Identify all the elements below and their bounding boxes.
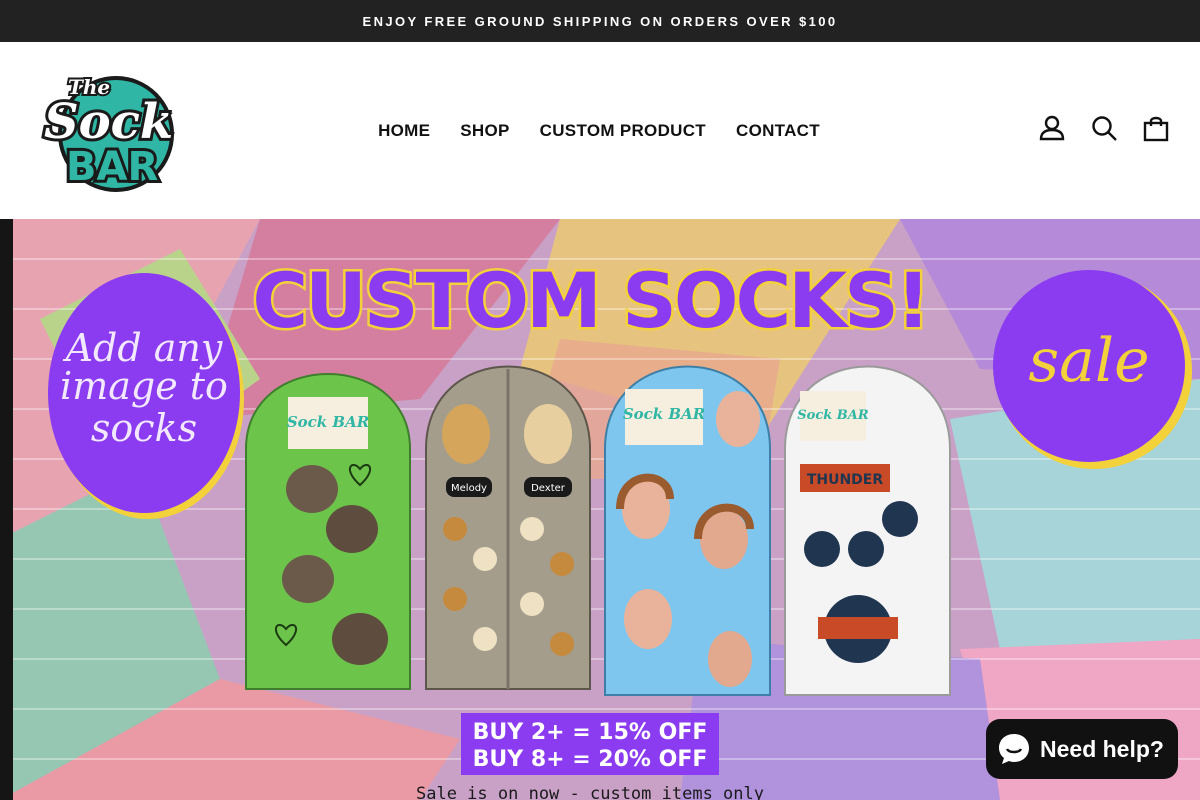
header-icons: [1038, 114, 1170, 142]
svg-text:Sock BAR: Sock BAR: [287, 413, 369, 431]
svg-text:Sock BAR: Sock BAR: [623, 405, 705, 423]
hero-headline: CUSTOM SOCKS!: [252, 256, 927, 345]
svg-text:socks: socks: [91, 406, 197, 450]
chat-help-label: Need help?: [1040, 735, 1164, 762]
sock-cats: Sock BAR: [245, 373, 411, 690]
announcement-text: ENJOY FREE GROUND SHIPPING ON ORDERS OVE…: [362, 13, 838, 29]
svg-text:Sock BAR: Sock BAR: [797, 408, 869, 423]
nav-home[interactable]: HOME: [363, 121, 445, 141]
nav-shop[interactable]: SHOP: [445, 121, 524, 141]
hero-footnote: Sale is on now - custom items only: [416, 784, 764, 800]
nav-custom-product[interactable]: CUSTOM PRODUCT: [525, 121, 721, 141]
svg-text:THUNDER: THUNDER: [807, 472, 884, 488]
svg-text:Dexter: Dexter: [531, 483, 566, 494]
svg-text:BUY 8+ = 20% OFF: BUY 8+ = 20% OFF: [473, 747, 708, 772]
account-icon[interactable]: [1038, 114, 1066, 142]
sock-team: Sock BAR THUNDER: [784, 365, 951, 696]
site-header: The Sock BAR HOME SHOP CUSTOM PRODUCT CO…: [0, 42, 1200, 219]
logo-bar: BAR: [66, 144, 158, 190]
chat-bubble-icon: [999, 734, 1029, 764]
cart-icon[interactable]: [1142, 114, 1170, 142]
hero-promo-box: BUY 2+ = 15% OFF BUY 8+ = 20% OFF: [461, 713, 719, 775]
svg-text:sale: sale: [1028, 326, 1149, 396]
logo-sock: Sock: [44, 94, 173, 150]
nav-contact[interactable]: CONTACT: [721, 121, 835, 141]
chat-help-button[interactable]: Need help?: [986, 719, 1178, 779]
svg-text:BUY 2+ = 15% OFF: BUY 2+ = 15% OFF: [473, 720, 708, 745]
sock-faces: Sock BAR: [604, 365, 771, 696]
announcement-bar: ENJOY FREE GROUND SHIPPING ON ORDERS OVE…: [0, 0, 1200, 42]
site-logo[interactable]: The Sock BAR: [38, 70, 183, 192]
svg-text:Melody: Melody: [451, 483, 487, 494]
hero-artwork: CUSTOM SOCKS! Add any image to socks sal…: [0, 219, 1200, 800]
svg-text:image to: image to: [60, 364, 228, 408]
hero-banner[interactable]: CUSTOM SOCKS! Add any image to socks sal…: [0, 219, 1200, 800]
sock-dogs: Melody Dexter: [425, 365, 591, 690]
hero-left-edge: [0, 219, 13, 800]
search-icon[interactable]: [1090, 114, 1118, 142]
